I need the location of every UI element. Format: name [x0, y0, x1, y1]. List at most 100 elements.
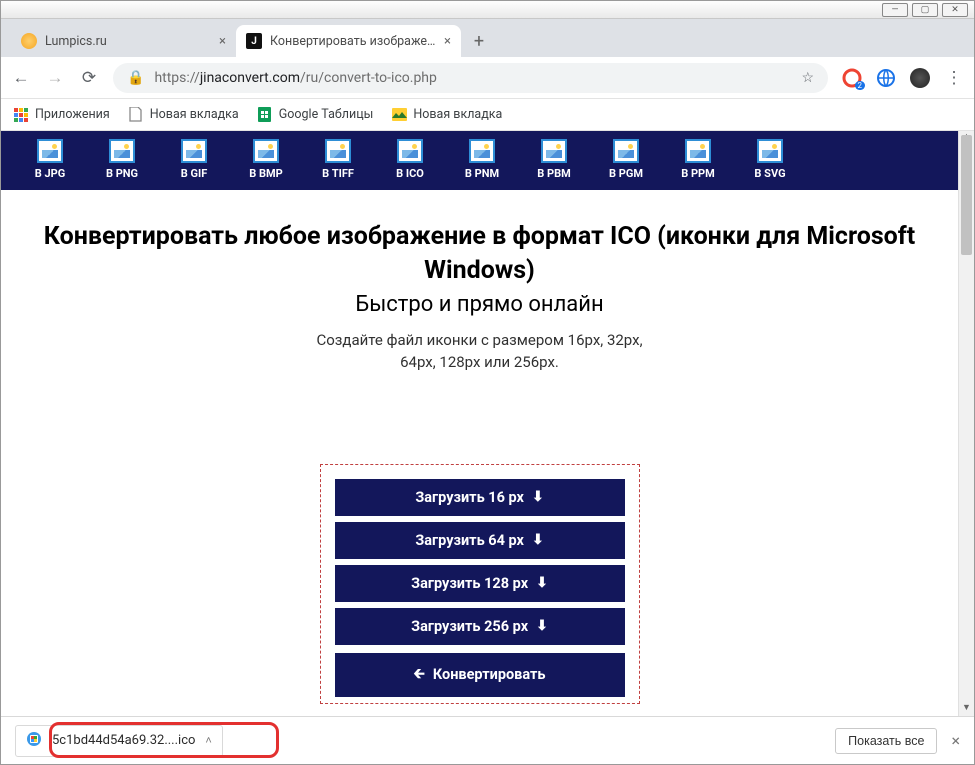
bookmark-label: Google Таблицы	[279, 107, 374, 122]
download-256px-button[interactable]: Загрузить 256 px ⬇	[335, 608, 625, 645]
bookmark-sheets[interactable]: Google Таблицы	[257, 107, 374, 123]
bookmark-apps[interactable]: Приложения	[13, 107, 110, 123]
format-pgm[interactable]: В PGM	[593, 139, 659, 180]
format-pbm[interactable]: В PBM	[521, 139, 587, 180]
image-icon	[109, 139, 135, 163]
new-tab-button[interactable]: +	[465, 27, 493, 55]
tab-title: Конвертировать изображения	[270, 34, 436, 49]
reload-button[interactable]: ⟳	[79, 68, 99, 88]
image-icon	[469, 139, 495, 163]
format-bmp[interactable]: В BMP	[233, 139, 299, 180]
image-icon	[613, 139, 639, 163]
download-128px-button[interactable]: Загрузить 128 px ⬇	[335, 565, 625, 602]
window-close-button[interactable]: ✕	[942, 3, 968, 17]
format-jpg[interactable]: В JPG	[17, 139, 83, 180]
image-icon	[397, 139, 423, 163]
image-icon	[391, 107, 407, 123]
tab-strip: Lumpics.ru × J Конвертировать изображени…	[1, 19, 974, 57]
image-icon	[181, 139, 207, 163]
format-label: В PNM	[465, 167, 499, 180]
downloaded-file-chip[interactable]: 5c1bd44d54a69.32....ico ˄	[15, 725, 223, 757]
download-icon: ⬇	[536, 575, 548, 591]
apps-icon	[13, 107, 29, 123]
format-label: В PPM	[681, 167, 715, 180]
scroll-thumb[interactable]	[961, 135, 972, 255]
arrow-left-icon: 🡰	[414, 663, 425, 687]
tab-close-icon[interactable]: ×	[444, 34, 451, 49]
download-64px-button[interactable]: Загрузить 64 px ⬇	[335, 522, 625, 559]
format-label: В TIFF	[322, 167, 354, 180]
extension-opera-icon[interactable]: 2	[842, 68, 862, 88]
vertical-scrollbar[interactable]: ▲ ▼	[958, 131, 974, 718]
format-png[interactable]: В PNG	[89, 139, 155, 180]
favicon-icon	[21, 33, 37, 49]
format-svg[interactable]: В SVG	[737, 139, 803, 180]
show-all-downloads-button[interactable]: Показать все	[835, 728, 937, 754]
format-label: В ICO	[396, 167, 424, 180]
download-label: Загрузить 256 px	[411, 618, 528, 635]
page-description: Создайте файл иконки с размером 16px, 32…	[21, 329, 938, 374]
menu-button[interactable]: ⋮	[944, 68, 964, 88]
window-minimize-button[interactable]: —	[882, 3, 908, 17]
close-shelf-button[interactable]: ×	[951, 731, 960, 750]
chevron-up-icon[interactable]: ˄	[205, 734, 211, 747]
url-text: https://jinaconvert.com/ru/convert-to-ic…	[154, 70, 436, 86]
format-ppm[interactable]: В PPM	[665, 139, 731, 180]
convert-label: Конвертировать	[433, 666, 546, 683]
format-tiff[interactable]: В TIFF	[305, 139, 371, 180]
format-label: В BMP	[249, 167, 283, 180]
download-shelf: 5c1bd44d54a69.32....ico ˄ Показать все ×	[1, 716, 974, 764]
format-label: В PNG	[106, 167, 138, 180]
bookmark-label: Новая вкладка	[413, 107, 502, 122]
format-label: В PBM	[537, 167, 571, 180]
bookmarks-bar: Приложения Новая вкладка Google Таблицы …	[1, 99, 974, 131]
download-icon: ⬇	[532, 489, 544, 505]
image-icon	[37, 139, 63, 163]
download-box: Загрузить 16 px ⬇ Загрузить 64 px ⬇ Загр…	[320, 464, 640, 704]
download-16px-button[interactable]: Загрузить 16 px ⬇	[335, 479, 625, 516]
image-icon	[253, 139, 279, 163]
tab-jinaconvert[interactable]: J Конвертировать изображения ×	[236, 25, 461, 57]
download-icon: ⬇	[536, 618, 548, 634]
bookmark-label: Приложения	[35, 107, 110, 122]
page-viewport: В JPG В PNG В GIF В BMP В TIFF В ICO В P…	[1, 131, 974, 718]
format-label: В PGM	[609, 167, 643, 180]
format-nav: В JPG В PNG В GIF В BMP В TIFF В ICO В P…	[1, 131, 974, 190]
format-pnm[interactable]: В PNM	[449, 139, 515, 180]
toolbar: ← → ⟳ 🔒 https://jinaconvert.com/ru/conve…	[1, 57, 974, 99]
bookmark-newtab-2[interactable]: Новая вкладка	[391, 107, 502, 123]
bookmark-label: Новая вкладка	[150, 107, 239, 122]
format-label: В SVG	[754, 167, 785, 180]
download-label: Загрузить 128 px	[411, 575, 528, 592]
format-label: В GIF	[181, 167, 208, 180]
image-icon	[541, 139, 567, 163]
format-ico[interactable]: В ICO	[377, 139, 443, 180]
downloaded-file-name: 5c1bd44d54a69.32....ico	[52, 733, 195, 748]
address-bar[interactable]: 🔒 https://jinaconvert.com/ru/convert-to-…	[113, 63, 828, 93]
image-icon	[325, 139, 351, 163]
download-label: Загрузить 16 px	[415, 489, 524, 506]
sheets-icon	[257, 107, 273, 123]
window-maximize-button[interactable]: ▢	[912, 3, 938, 17]
back-button[interactable]: ←	[11, 68, 31, 88]
lock-icon: 🔒	[127, 70, 144, 86]
extension-globe-icon[interactable]	[876, 68, 896, 88]
format-label: В JPG	[35, 167, 66, 180]
tab-close-icon[interactable]: ×	[219, 34, 226, 49]
page-subtitle: Быстро и прямо онлайн	[21, 292, 938, 317]
download-icon: ⬇	[532, 532, 544, 548]
extension-badge: 2	[855, 81, 866, 90]
page-content: Конвертировать любое изображение в форма…	[1, 190, 958, 704]
image-icon	[757, 139, 783, 163]
tab-lumpics[interactable]: Lumpics.ru ×	[11, 25, 236, 57]
bookmark-star-icon[interactable]: ☆	[801, 70, 814, 86]
profile-avatar-icon[interactable]	[910, 68, 930, 88]
format-gif[interactable]: В GIF	[161, 139, 227, 180]
bookmark-newtab-1[interactable]: Новая вкладка	[128, 107, 239, 123]
page-icon	[128, 107, 144, 123]
convert-button[interactable]: 🡰 Конвертировать	[335, 653, 625, 697]
forward-button[interactable]: →	[45, 68, 65, 88]
page-title: Конвертировать любое изображение в форма…	[21, 220, 938, 288]
file-icon	[26, 731, 42, 751]
tab-title: Lumpics.ru	[45, 34, 211, 49]
